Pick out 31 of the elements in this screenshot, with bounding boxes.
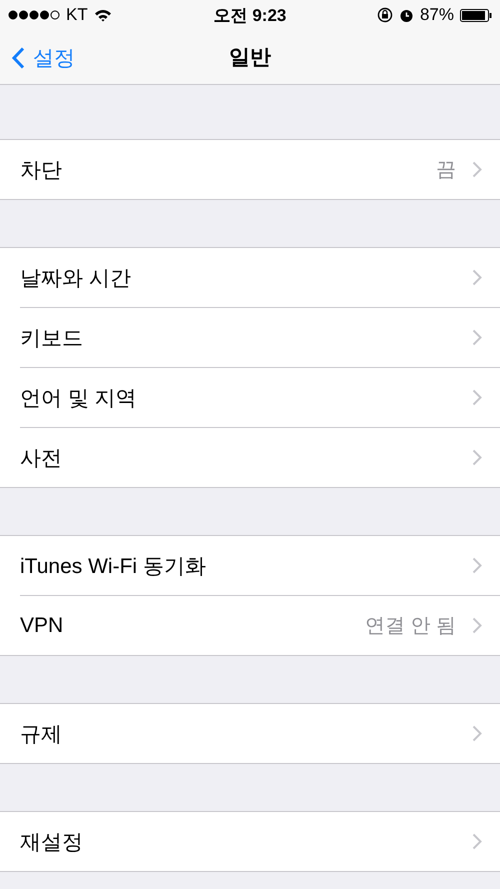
setting-label[interactable]: 날짜와 시간 — [20, 264, 472, 292]
setting-label[interactable]: iTunes Wi-Fi 동기화 — [20, 552, 472, 580]
page-title: 일반 — [229, 45, 271, 71]
battery-percent: 87% — [420, 5, 454, 25]
alarm-icon — [398, 8, 414, 22]
setting-label[interactable]: VPN — [20, 614, 365, 638]
setting-value: 연결 안 됨 — [364, 614, 456, 639]
carrier-name: KT — [66, 5, 88, 25]
chevron-icon — [472, 833, 482, 850]
chevron-icon — [472, 449, 482, 466]
setting-label[interactable]: 차단 — [20, 156, 436, 184]
chevron-icon — [472, 329, 482, 346]
setting-value: 끔 — [436, 158, 456, 183]
status-time: 오전 9:23 — [214, 4, 286, 26]
setting-label[interactable]: 사전 — [20, 444, 472, 472]
setting-label[interactable]: 키보드 — [20, 324, 472, 352]
rotation-lock-icon — [376, 7, 393, 23]
setting-label[interactable]: 재설정 — [20, 828, 472, 856]
chevron-icon — [472, 269, 482, 286]
setting-label[interactable]: 언어 및 지역 — [20, 384, 472, 412]
signal-icon — [8, 10, 60, 20]
setting-label[interactable]: 규제 — [20, 720, 472, 748]
battery-icon — [460, 8, 492, 22]
chevron-icon — [472, 725, 482, 742]
chevron-icon — [472, 617, 482, 634]
back-chevron-icon — [12, 47, 25, 69]
chevron-icon — [472, 557, 482, 574]
wifi-icon — [94, 8, 112, 22]
chevron-icon — [472, 161, 482, 178]
chevron-icon — [472, 389, 482, 406]
back-button[interactable]: 설정 — [10, 40, 77, 76]
